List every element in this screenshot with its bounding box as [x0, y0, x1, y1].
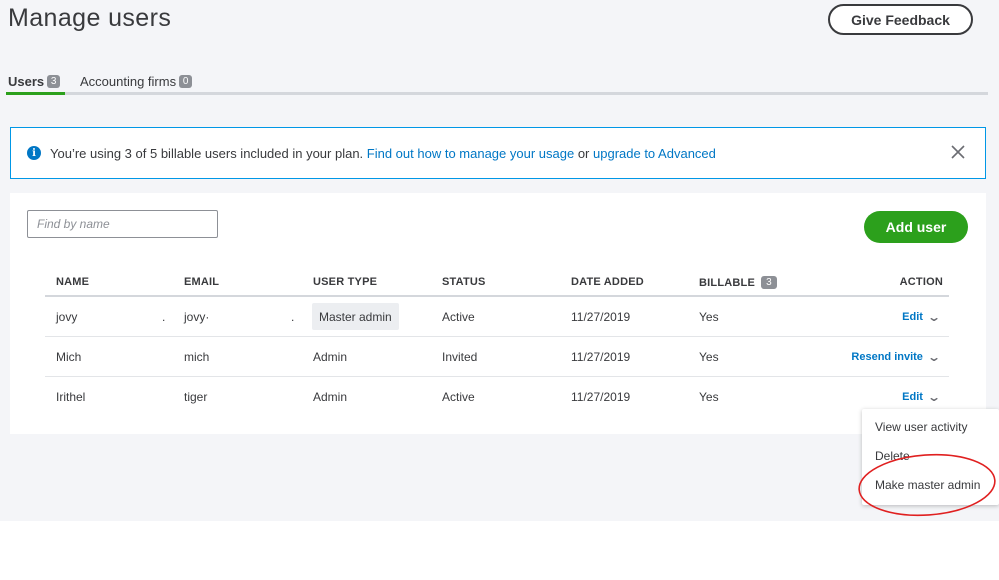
header-date-added[interactable]: DATE ADDED	[571, 276, 644, 288]
row-action[interactable]: Edit ⌄	[902, 310, 941, 324]
user-type-chip: Master admin	[312, 303, 399, 330]
header-billable-label: BILLABLE	[699, 276, 755, 289]
tab-bar: Users 3 Accounting firms 0	[6, 72, 988, 96]
user-billable: Yes	[699, 350, 719, 364]
header-name[interactable]: NAME	[56, 276, 89, 288]
header-user-type[interactable]: USER TYPE	[313, 276, 377, 288]
user-name: Irithel	[56, 390, 86, 404]
tab-users-count-badge: 3	[47, 74, 61, 88]
billable-count-badge: 3	[760, 276, 777, 289]
table-row: Irithel tiger Admin Active 11/27/2019 Ye…	[45, 377, 949, 416]
search-input[interactable]	[27, 210, 218, 238]
upgrade-link[interactable]: upgrade to Advanced	[593, 146, 716, 161]
header-billable[interactable]: BILLABLE 3	[699, 276, 777, 289]
edit-link[interactable]: Edit	[902, 391, 923, 403]
edit-link[interactable]: Edit	[902, 311, 923, 323]
tab-accounting-firms-count-badge: 0	[179, 74, 193, 88]
user-name: jovy	[56, 310, 78, 324]
row-action-menu: View user activity Delete Make master ad…	[862, 409, 999, 505]
tab-users-label: Users	[8, 73, 45, 89]
user-billable: Yes	[699, 390, 719, 404]
chevron-down-icon[interactable]: ⌄	[927, 310, 941, 324]
tab-track	[8, 92, 988, 95]
tab-accounting-firms[interactable]: Accounting firms 0	[80, 72, 193, 90]
users-card: Add user NAME EMAIL USER TYPE STATUS DAT…	[10, 193, 986, 434]
chevron-down-icon[interactable]: ⌄	[927, 390, 941, 404]
table-header: NAME EMAIL USER TYPE STATUS DATE ADDED B…	[45, 271, 949, 297]
user-email-extra: .	[291, 310, 295, 324]
user-status: Invited	[442, 350, 478, 364]
tab-active-indicator	[6, 92, 65, 95]
manage-usage-link[interactable]: Find out how to manage your usage	[367, 146, 574, 161]
menu-item-view-user-activity[interactable]: View user activity	[875, 420, 967, 434]
user-email: jovy·	[184, 310, 210, 324]
row-action[interactable]: Resend invite ⌄	[851, 350, 941, 364]
user-name-extra: .	[162, 310, 166, 324]
chevron-down-icon[interactable]: ⌄	[927, 350, 941, 364]
header-email[interactable]: EMAIL	[184, 276, 219, 288]
give-feedback-button[interactable]: Give Feedback	[828, 4, 973, 35]
menu-item-make-master-admin[interactable]: Make master admin	[875, 478, 980, 492]
user-date-added: 11/27/2019	[571, 350, 631, 364]
add-user-button[interactable]: Add user	[864, 211, 968, 243]
user-billable: Yes	[699, 310, 719, 324]
row-action[interactable]: Edit ⌄	[902, 390, 941, 404]
user-status: Active	[442, 390, 475, 404]
header-action: ACTION	[899, 276, 943, 288]
usage-info-banner: i You’re using 3 of 5 billable users inc…	[10, 127, 986, 179]
user-name: Mich	[56, 350, 82, 364]
table-row: Mich mich Admin Invited 11/27/2019 Yes R…	[45, 337, 949, 377]
banner-message: You’re using 3 of 5 billable users inclu…	[50, 146, 716, 161]
table-row: jovy . jovy· . Master admin Active 11/27…	[45, 297, 949, 337]
tab-accounting-firms-label: Accounting firms	[80, 73, 177, 89]
user-type: Admin	[313, 390, 348, 404]
users-table: NAME EMAIL USER TYPE STATUS DATE ADDED B…	[45, 271, 949, 416]
page-title: Manage users	[8, 4, 172, 32]
header-status[interactable]: STATUS	[442, 276, 486, 288]
resend-invite-link[interactable]: Resend invite	[851, 351, 923, 363]
info-icon: i	[27, 146, 41, 160]
user-email: mich	[184, 350, 210, 364]
tab-users[interactable]: Users 3	[6, 72, 65, 95]
user-email: tiger	[184, 390, 208, 404]
user-date-added: 11/27/2019	[571, 310, 631, 324]
user-date-added: 11/27/2019	[571, 390, 631, 404]
banner-text: You’re using 3 of 5 billable users inclu…	[50, 145, 367, 161]
user-status: Active	[442, 310, 475, 324]
banner-between-text: or	[574, 145, 593, 161]
menu-item-delete[interactable]: Delete	[875, 449, 910, 463]
user-type: Admin	[313, 350, 348, 364]
close-icon[interactable]	[949, 144, 967, 162]
